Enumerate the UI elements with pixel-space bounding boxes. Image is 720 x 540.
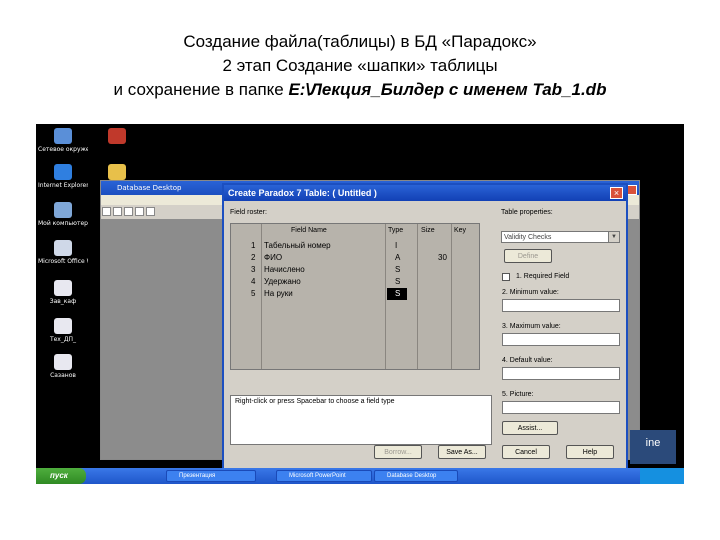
table-row[interactable]: 5 На руки S: [231, 288, 479, 300]
start-button[interactable]: пуск: [36, 468, 86, 484]
desktop-icon-label: Internet Explorer: [38, 182, 88, 189]
minimum-value-label: 2. Minimum value:: [502, 289, 559, 296]
close-icon[interactable]: ×: [610, 187, 623, 199]
system-tray: [640, 468, 684, 484]
close-icon[interactable]: [627, 185, 637, 195]
taskbar-item[interactable]: Презентация: [166, 470, 256, 482]
desktop-icon-label: Microsoft Office W...: [38, 258, 88, 265]
field-name[interactable]: Удержано: [264, 277, 301, 286]
maximum-value-input[interactable]: [502, 333, 620, 346]
open-icon[interactable]: [102, 207, 111, 216]
field-roster-grid[interactable]: Field Name Type Size Key 1 Табельный ном…: [230, 223, 480, 370]
folder-icon: [108, 164, 126, 180]
table-row[interactable]: 4 Удержано S: [231, 276, 479, 288]
assist-button[interactable]: Assist...: [502, 421, 558, 435]
desktop-icon-doc1[interactable]: Зав_каф: [38, 280, 88, 305]
table-row[interactable]: 3 Начислено S: [231, 264, 479, 276]
field-type[interactable]: A: [395, 253, 400, 262]
required-field-checkbox[interactable]: [502, 273, 510, 281]
sql-icon[interactable]: [146, 207, 155, 216]
field-name[interactable]: ФИО: [264, 253, 282, 262]
document-icon: [54, 318, 72, 334]
cancel-button[interactable]: Cancel: [502, 445, 550, 459]
desktop-icon-network[interactable]: Сетевое окружение: [38, 128, 88, 153]
save-as-button[interactable]: Save As...: [438, 445, 486, 459]
title-line-3-path: E:\Лекция_Билдер с именем Tab_1.db: [288, 80, 607, 99]
row-number: 1: [251, 241, 256, 250]
desktop-icon-doc3[interactable]: Сазанов: [38, 354, 88, 379]
picture-label: 5. Picture:: [502, 391, 534, 398]
define-button[interactable]: Define: [504, 249, 552, 263]
desktop-icon-label: Сетевое окружение: [38, 146, 88, 153]
column-header-type: Type: [388, 227, 404, 234]
desktop-icon-office[interactable]: Microsoft Office W...: [38, 240, 88, 265]
desktop-icon-label: Тех_ДП_: [49, 336, 77, 343]
table-icon[interactable]: [113, 207, 122, 216]
taskbar-item[interactable]: Database Desktop: [374, 470, 458, 482]
field-roster-label: Field roster:: [230, 209, 267, 216]
form-icon[interactable]: [135, 207, 144, 216]
row-number: 2: [251, 253, 256, 262]
column-header-size: Size: [421, 227, 435, 234]
desktop-icon-folder[interactable]: [92, 164, 142, 180]
default-value-input[interactable]: [502, 367, 620, 380]
required-field-label: 1. Required Field: [516, 273, 570, 280]
title-line-2: 2 этап Создание «шапки» таблицы: [222, 56, 498, 75]
column-header-field-name: Field Name: [291, 227, 327, 234]
chevron-down-icon[interactable]: ▼: [608, 232, 619, 242]
desktop-icon-ie[interactable]: Internet Explorer: [38, 164, 88, 189]
field-type[interactable]: I: [395, 241, 397, 250]
field-name[interactable]: Табельный номер: [264, 241, 331, 250]
query-icon[interactable]: [124, 207, 133, 216]
hint-box: Right-click or press Spacebar to choose …: [230, 395, 492, 445]
default-value-label: 4. Default value:: [502, 357, 553, 364]
row-number: 5: [251, 289, 256, 298]
field-name[interactable]: На руки: [264, 289, 293, 298]
desktop-icon-label: Мой компьютер: [38, 220, 88, 227]
document-icon: [54, 354, 72, 370]
document-icon: [54, 280, 72, 296]
help-button[interactable]: Help: [566, 445, 614, 459]
table-row[interactable]: 1 Табельный номер I: [231, 240, 479, 252]
desktop-icon-computer[interactable]: Мой компьютер: [38, 202, 88, 227]
maximum-value-label: 3. Maximum value:: [502, 323, 561, 330]
computer-icon: [54, 202, 72, 218]
title-line-1: Создание файла(таблицы) в БД «Парадокс»: [183, 32, 537, 51]
picture-input[interactable]: [502, 401, 620, 414]
table-properties-value: Validity Checks: [504, 234, 552, 241]
field-type[interactable]: S: [395, 289, 400, 298]
create-table-dialog: Create Paradox 7 Table: ( Untitled ) × F…: [222, 183, 628, 473]
table-properties-label: Table properties:: [501, 209, 553, 216]
minimum-value-input[interactable]: [502, 299, 620, 312]
taskbar-item[interactable]: Microsoft PowerPoint: [276, 470, 372, 482]
row-number: 3: [251, 265, 256, 274]
field-type[interactable]: S: [395, 265, 400, 274]
column-header-key: Key: [454, 227, 467, 234]
row-number: 4: [251, 277, 256, 286]
table-row[interactable]: 2 ФИО A 30: [231, 252, 479, 264]
title-line-3: и сохранение в папке E:\Лекция_Билдер с …: [0, 78, 720, 102]
borrow-button[interactable]: Borrow...: [374, 445, 422, 459]
table-properties-select[interactable]: Validity Checks ▼: [501, 231, 620, 243]
screenshot-desktop: Сетевое окружение Internet Explorer Мой …: [36, 124, 684, 484]
network-icon: [54, 128, 72, 144]
brand-logo: ine: [630, 430, 676, 464]
database-desktop-window: Database Desktop Create Paradox 7 Table:…: [100, 180, 640, 473]
dialog-title: Create Paradox 7 Table: ( Untitled ): [224, 185, 626, 201]
desktop-icon-doc2[interactable]: Тех_ДП_: [38, 318, 88, 343]
field-type[interactable]: S: [395, 277, 400, 286]
desktop-icon-app[interactable]: [92, 128, 142, 144]
office-icon: [54, 240, 72, 256]
slide-title: Создание файла(таблицы) в БД «Парадокс» …: [0, 30, 720, 102]
desktop-icon-label: Сазанов: [50, 372, 76, 379]
field-name[interactable]: Начислено: [264, 265, 305, 274]
taskbar: пуск Презентация Microsoft PowerPoint Da…: [36, 468, 684, 484]
desktop-icon-label: Зав_каф: [49, 298, 77, 305]
title-line-3-prefix: и сохранение в папке: [113, 80, 289, 99]
internet-explorer-icon: [54, 164, 72, 180]
app-icon: [108, 128, 126, 144]
field-size[interactable]: 30: [438, 253, 447, 262]
